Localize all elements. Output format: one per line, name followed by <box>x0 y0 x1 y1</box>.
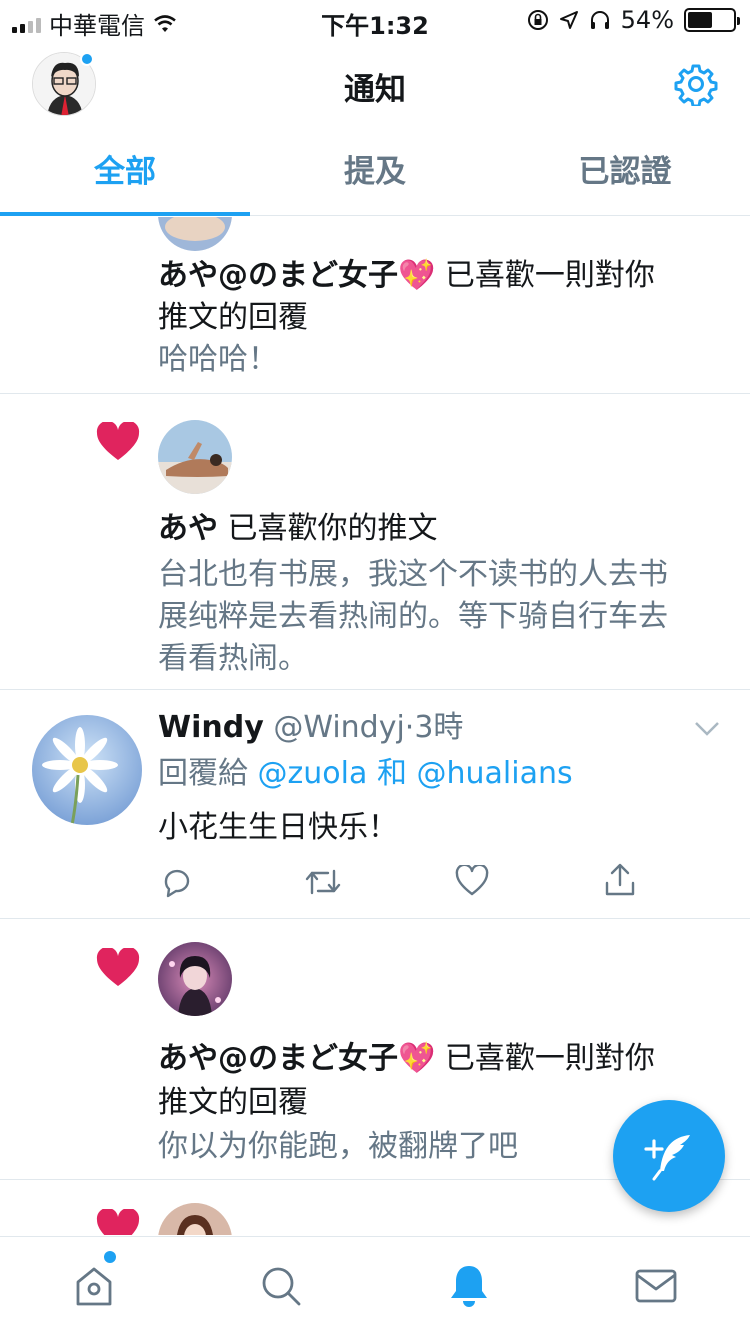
rotation-lock-icon <box>527 10 548 30</box>
tweet-excerpt[interactable]: 哈哈哈！ <box>158 339 720 381</box>
meta-separator: · <box>404 710 415 745</box>
user-avatar[interactable] <box>158 942 232 1016</box>
tweet-excerpt-line[interactable]: 展纯粹是去看热闹的。等下骑自行车去 <box>158 596 720 638</box>
tab-verified[interactable]: 已認證 <box>500 128 750 215</box>
compose-quill-icon <box>644 1135 690 1181</box>
user-name[interactable]: あや <box>158 511 218 546</box>
location-icon <box>559 11 578 29</box>
search-icon <box>262 1267 301 1305</box>
status-bar: 中華電信 下午1:32 54% <box>0 0 750 40</box>
tab-mentions[interactable]: 提及 <box>250 128 500 215</box>
status-right: 54% <box>527 6 740 34</box>
user-name[interactable]: あや@のまど女子 <box>158 1041 398 1076</box>
notification-action-cont: 推文的回覆 <box>158 300 308 335</box>
sparkling-heart-emoji: 💖 <box>398 258 436 293</box>
sparkling-heart-emoji: 💖 <box>398 1041 436 1076</box>
notification-text: あや@のまど女子💖 已喜歡一則對你 <box>158 1038 720 1080</box>
home-icon <box>76 1267 112 1305</box>
headphones-icon <box>590 11 609 29</box>
like-icon[interactable] <box>455 865 489 897</box>
header: 通知 <box>0 40 750 128</box>
tab-all[interactable]: 全部 <box>0 128 250 216</box>
battery-icon <box>684 8 740 32</box>
nav-home[interactable] <box>0 1237 188 1334</box>
reply-context: 回覆給 @zuola 和 @hualians <box>158 753 720 795</box>
gear-icon[interactable] <box>674 62 718 106</box>
retweet-icon[interactable] <box>304 865 342 899</box>
nav-messages[interactable] <box>563 1237 750 1334</box>
tweet-meta: Windy @Windyj·3時 <box>158 707 720 749</box>
page-title: 通知 <box>344 72 406 108</box>
battery-percent: 54% <box>620 6 674 34</box>
notification-text: あや@のまど女子💖 已喜歡一則對你 <box>158 255 720 297</box>
heart-icon <box>96 948 140 986</box>
tab-bar: 全部 提及 已認證 <box>0 128 750 216</box>
display-name[interactable]: Windy <box>158 710 264 745</box>
home-unread-dot <box>104 1251 116 1263</box>
user-avatar[interactable] <box>32 715 142 825</box>
nav-search[interactable] <box>188 1237 376 1334</box>
notification-item[interactable]: あや@のまど女子💖 已喜歡一則對你 推文的回覆 哈哈哈！ <box>0 217 750 394</box>
user-handle[interactable]: @Windyj <box>273 710 404 745</box>
notification-text: あや 已喜歡你的推文 <box>158 508 720 550</box>
user-avatar[interactable] <box>158 217 232 251</box>
user-name[interactable]: あや@のまど女子 <box>158 258 398 293</box>
user-avatar[interactable] <box>158 420 232 494</box>
mention-link[interactable]: @hualians <box>416 756 572 791</box>
compose-button[interactable] <box>613 1100 725 1212</box>
tweet-text[interactable]: 小花生生日快乐！ <box>158 807 720 849</box>
tweet-time: 3時 <box>414 710 464 745</box>
heart-icon <box>96 1209 140 1235</box>
share-icon[interactable] <box>604 863 636 897</box>
messages-icon <box>635 1269 677 1302</box>
heart-icon <box>96 422 140 460</box>
user-avatar[interactable] <box>158 1203 232 1235</box>
tweet-excerpt-line[interactable]: 台北也有书展，我这个不读书的人去书 <box>158 554 720 596</box>
tweet-excerpt-line[interactable]: 看看热闹。 <box>158 638 720 680</box>
bottom-nav <box>0 1236 750 1334</box>
chevron-down-icon[interactable] <box>694 721 720 737</box>
mention-link[interactable]: @zuola <box>258 756 368 791</box>
reply-prefix: 回覆給 <box>158 756 248 791</box>
notification-action: 已喜歡你的推文 <box>227 511 438 546</box>
reply-icon[interactable] <box>160 865 194 899</box>
notification-item[interactable]: あや 已喜歡你的推文 台北也有书展，我这个不读书的人去书 展纯粹是去看热闹的。等… <box>0 394 750 690</box>
notifications-icon <box>450 1265 487 1307</box>
notification-feed[interactable]: あや@のまど女子💖 已喜歡一則對你 推文的回覆 哈哈哈！ あや 已喜歡你的推文 … <box>0 217 750 1235</box>
nav-notifications[interactable] <box>375 1237 563 1334</box>
tweet-item[interactable]: Windy @Windyj·3時 回覆給 @zuola 和 @hualians … <box>0 691 750 919</box>
notification-action: 已喜歡一則對你 <box>444 1041 655 1076</box>
reply-and: 和 <box>376 756 407 791</box>
notification-action: 已喜歡一則對你 <box>444 258 655 293</box>
